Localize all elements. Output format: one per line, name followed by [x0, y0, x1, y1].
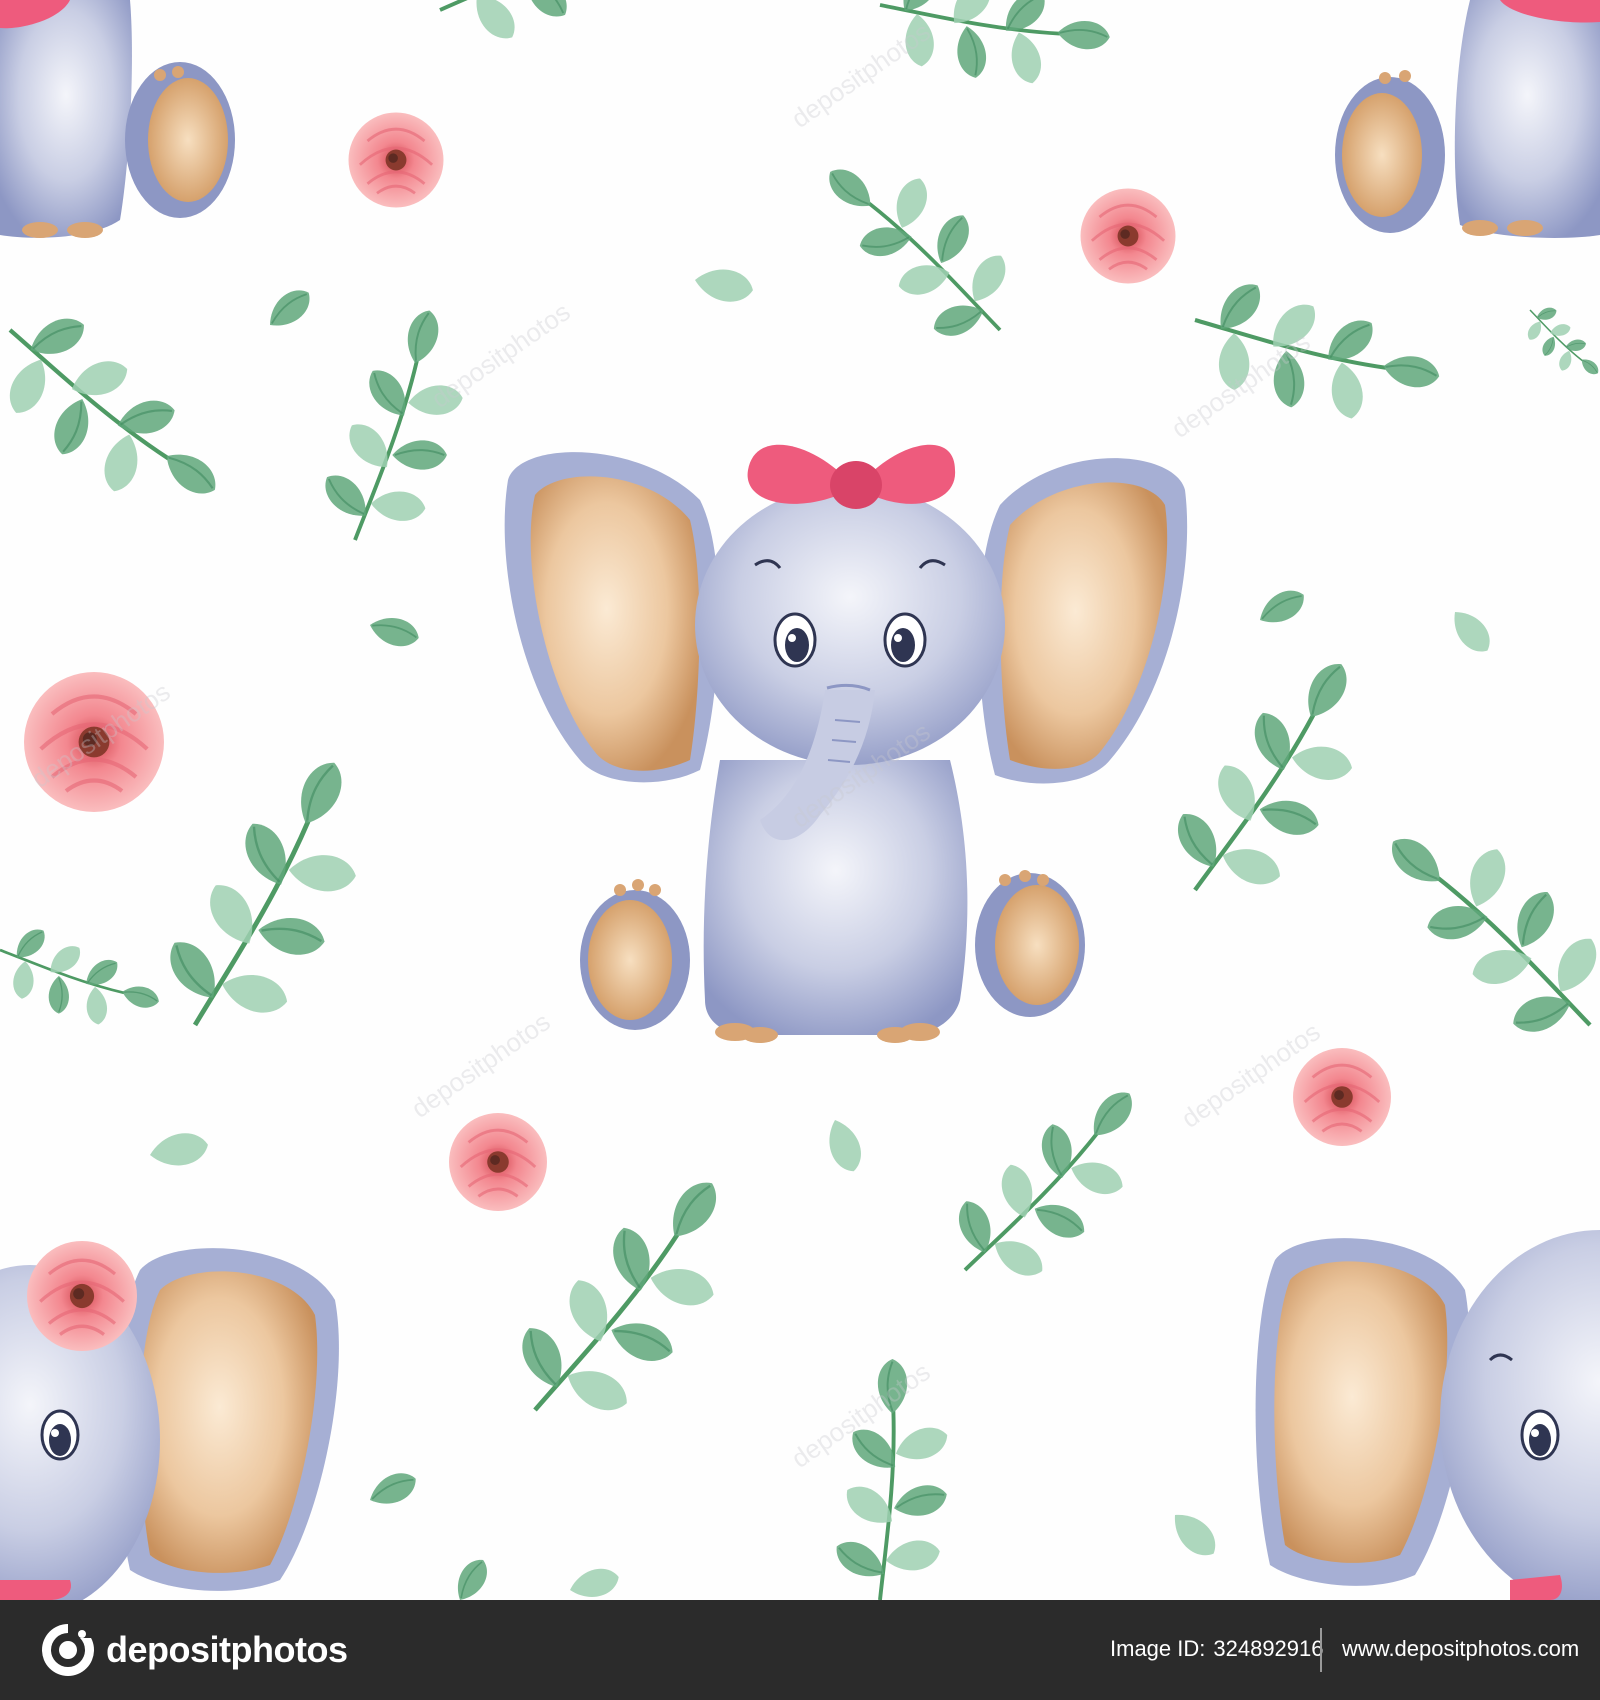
pink-bow [747, 444, 956, 509]
elephant-central [504, 444, 1188, 1043]
stock-footer-bar: depositphotos Image ID: 324892916 www.de… [0, 1600, 1600, 1700]
stock-image-page: depositphotos depositphotos depositphoto… [0, 0, 1600, 1700]
image-id-label: Image ID: [1110, 1636, 1206, 1661]
brand-name: depositphotos [106, 1629, 348, 1670]
footer-divider [1320, 1628, 1322, 1672]
elephant-partial-bottom-left [0, 1239, 339, 1600]
elephant-partial-top-left [0, 0, 235, 238]
site-url-link[interactable]: www.depositphotos.com [1342, 1636, 1579, 1662]
elephant-partial-bottom-right [1255, 1230, 1600, 1600]
image-id: Image ID: 324892916 [1110, 1636, 1324, 1662]
depositphotos-logo[interactable]: depositphotos [40, 1622, 348, 1678]
watercolor-pattern [0, 0, 1600, 1600]
camera-aperture-icon [42, 1624, 94, 1676]
image-id-value: 324892916 [1213, 1636, 1324, 1661]
elephant-partial-top-right [1335, 0, 1600, 238]
pattern-illustration: depositphotos depositphotos depositphoto… [0, 0, 1600, 1600]
